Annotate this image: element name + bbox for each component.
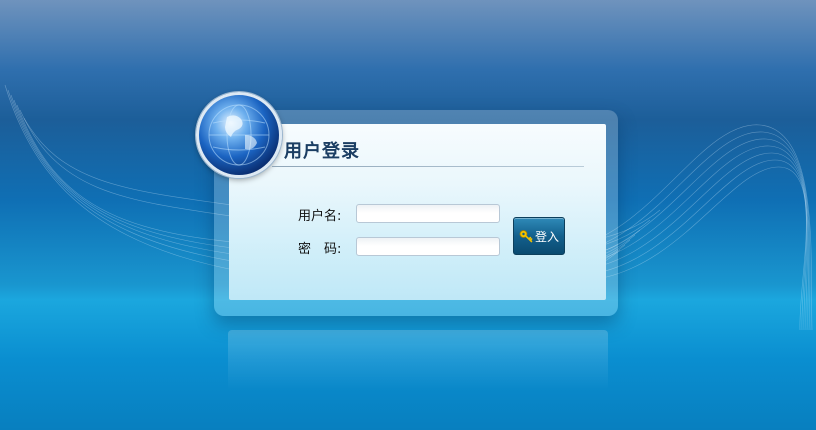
login-button-label: 登入: [534, 229, 559, 244]
globe-icon: [196, 92, 282, 178]
panel-reflection: [228, 330, 608, 390]
login-title: 用户登录: [284, 141, 360, 162]
username-label: 用户名:: [298, 209, 342, 224]
password-label: 密 码:: [298, 242, 342, 257]
username-input[interactable]: [356, 204, 500, 223]
key-icon: [519, 230, 533, 243]
login-button[interactable]: 登入: [513, 217, 565, 255]
title-divider: [272, 166, 584, 167]
password-input[interactable]: [356, 237, 500, 256]
